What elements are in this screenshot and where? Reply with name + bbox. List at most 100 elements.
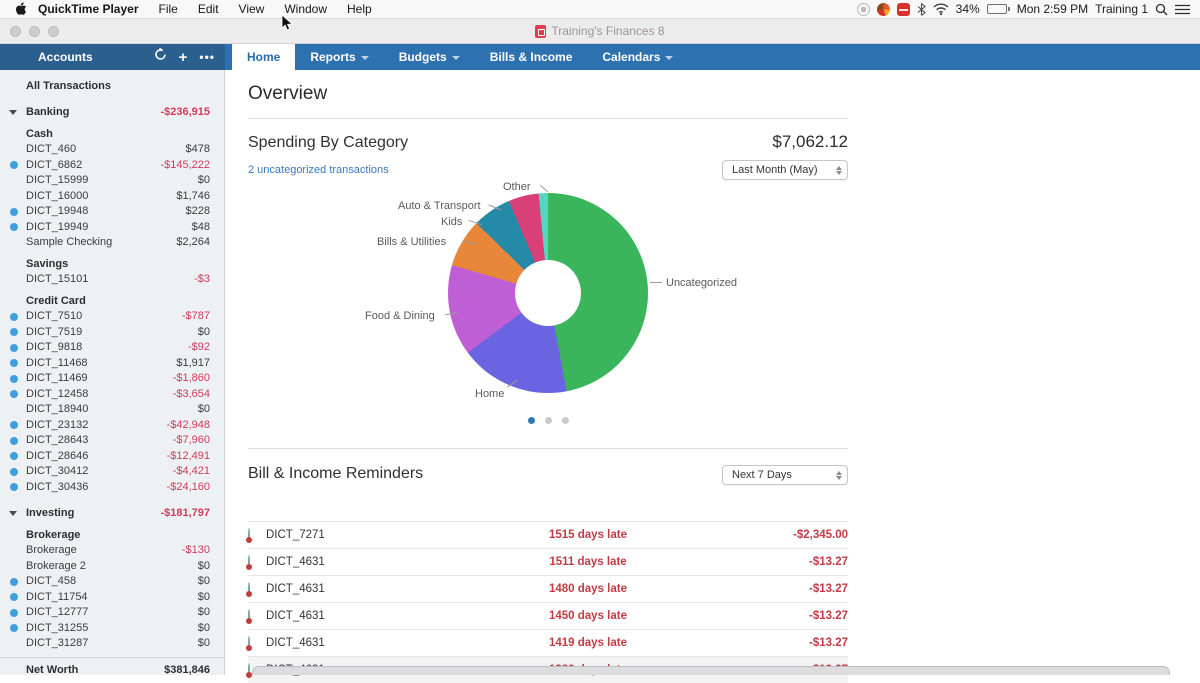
tab-label: Bills & Income — [490, 50, 573, 64]
sidebar-account-row[interactable]: DICT_18940$0 — [0, 402, 224, 418]
account-label: DICT_12777 — [26, 606, 88, 618]
reminder-row[interactable]: DICT_72711515 days late-$2,345.00 — [248, 521, 848, 548]
red-app-icon[interactable] — [897, 3, 910, 16]
unread-dot-icon — [10, 223, 18, 231]
reminders-table: DICT_72711515 days late-$2,345.00DICT_46… — [248, 521, 848, 683]
pagination-dot[interactable] — [528, 417, 535, 424]
tab-home[interactable]: Home — [232, 44, 295, 70]
tab-bills-income[interactable]: Bills & Income — [475, 44, 588, 70]
divider — [248, 448, 848, 449]
uncategorized-transactions-link[interactable]: 2 uncategorized transactions — [248, 164, 389, 176]
reminder-days-late: 1419 days late — [488, 637, 688, 649]
chart-slice-label: Auto & Transport — [398, 200, 481, 212]
sidebar-account-row[interactable]: DICT_15101-$3 — [0, 272, 224, 288]
tab-calendars[interactable]: Calendars — [587, 44, 688, 70]
reminder-row[interactable]: DICT_46311480 days late-$13.27 — [248, 575, 848, 602]
sidebar-account-row[interactable]: DICT_9818-$92 — [0, 340, 224, 356]
tab-label: Calendars — [602, 50, 660, 64]
bluetooth-icon[interactable] — [917, 3, 926, 16]
sidebar-group-investing[interactable]: Investing-$181,797 — [0, 506, 224, 522]
chart-pagination-dots[interactable] — [248, 417, 848, 424]
sidebar-account-row[interactable]: DICT_6862-$145,222 — [0, 157, 224, 173]
sidebar-account-row[interactable]: DICT_28643-$7,960 — [0, 433, 224, 449]
sidebar-account-row[interactable]: DICT_28646-$12,491 — [0, 448, 224, 464]
account-balance: $478 — [186, 143, 210, 155]
pagination-dot[interactable] — [545, 417, 552, 424]
account-label: Investing — [26, 507, 74, 519]
battery-icon[interactable] — [987, 4, 1010, 14]
account-label: DICT_15999 — [26, 174, 88, 186]
sidebar-account-row[interactable]: DICT_458$0 — [0, 574, 224, 590]
sidebar-account-row[interactable]: DICT_30412-$4,421 — [0, 464, 224, 480]
mouse-cursor — [281, 14, 293, 37]
account-balance: -$145,222 — [160, 159, 210, 171]
reminders-period-select[interactable]: Next 7 Days — [722, 465, 848, 485]
sidebar-item-all-transactions[interactable]: All Transactions — [0, 78, 224, 94]
sidebar-account-row[interactable]: DICT_11469-$1,860 — [0, 371, 224, 387]
dock-edge — [252, 666, 1170, 675]
reminder-row[interactable]: DICT_46311511 days late-$13.27 — [248, 548, 848, 575]
account-balance: -$130 — [182, 544, 210, 556]
add-account-icon[interactable]: + — [179, 50, 188, 65]
apple-menu-icon[interactable] — [12, 2, 30, 16]
more-options-icon[interactable]: ••• — [199, 50, 215, 64]
account-balance: -$4,421 — [173, 465, 210, 477]
sync-accounts-icon[interactable] — [154, 48, 167, 66]
reminder-name-cell: DICT_7271 — [248, 529, 488, 541]
reminder-name: DICT_4631 — [266, 556, 325, 568]
unread-dot-icon — [10, 313, 18, 321]
unread-dot-icon — [10, 390, 18, 398]
sidebar-account-row[interactable]: DICT_12458-$3,654 — [0, 386, 224, 402]
sidebar-account-row[interactable]: DICT_7510-$787 — [0, 309, 224, 325]
disclosure-triangle-icon[interactable] — [9, 110, 17, 115]
menu-help[interactable]: Help — [337, 2, 382, 16]
sidebar-account-row[interactable]: DICT_15999$0 — [0, 173, 224, 189]
sidebar-account-row[interactable]: Brokerage-$130 — [0, 543, 224, 559]
sidebar-account-row[interactable]: DICT_30436-$24,160 — [0, 479, 224, 495]
sidebar-account-row[interactable]: DICT_19949$48 — [0, 219, 224, 235]
reminder-row[interactable]: DICT_46311419 days late-$13.27 — [248, 629, 848, 656]
sidebar-account-row[interactable]: DICT_31287$0 — [0, 636, 224, 652]
sidebar-account-row[interactable]: DICT_11754$0 — [0, 589, 224, 605]
spotlight-search-icon[interactable] — [1155, 3, 1168, 16]
menu-bar-clock[interactable]: Mon 2:59 PM — [1017, 2, 1088, 16]
account-balance: $0 — [198, 637, 210, 649]
account-label: Cash — [26, 128, 53, 140]
sidebar-account-row[interactable]: Brokerage 2$0 — [0, 558, 224, 574]
sidebar-account-row[interactable]: Sample Checking$2,264 — [0, 235, 224, 251]
sidebar-group-banking[interactable]: Banking-$236,915 — [0, 105, 224, 121]
sidebar-account-row[interactable]: DICT_16000$1,746 — [0, 188, 224, 204]
chart-slice-label: Uncategorized — [666, 277, 737, 289]
parrot-app-icon[interactable] — [877, 3, 890, 16]
spending-period-select[interactable]: Last Month (May) — [722, 160, 848, 180]
account-label: DICT_18940 — [26, 403, 88, 415]
reminder-row[interactable]: DICT_46311450 days late-$13.27 — [248, 602, 848, 629]
account-label: DICT_23132 — [26, 419, 88, 431]
tab-reports[interactable]: Reports — [295, 44, 383, 70]
tab-budgets[interactable]: Budgets — [384, 44, 475, 70]
fast-user-switch[interactable]: Training 1 — [1095, 2, 1148, 16]
spending-donut-chart[interactable]: UncategorizedHomeFood & DiningBills & Ut… — [248, 180, 848, 432]
sidebar-account-row[interactable]: DICT_11468$1,917 — [0, 355, 224, 371]
pagination-dot[interactable] — [562, 417, 569, 424]
notification-center-icon[interactable] — [1175, 4, 1190, 15]
menu-app-name[interactable]: QuickTime Player — [30, 2, 149, 16]
menu-view[interactable]: View — [229, 2, 275, 16]
reminder-clock-icon — [248, 583, 260, 595]
stop-recording-icon[interactable] — [857, 3, 870, 16]
sidebar-account-row[interactable]: DICT_7519$0 — [0, 324, 224, 340]
account-label: Savings — [26, 258, 68, 270]
sidebar-account-row[interactable]: DICT_19948$228 — [0, 204, 224, 220]
unread-dot-icon — [10, 208, 18, 216]
wifi-icon[interactable] — [933, 3, 949, 15]
sidebar-account-row[interactable]: DICT_460$478 — [0, 142, 224, 158]
menu-file[interactable]: File — [149, 2, 188, 16]
disclosure-triangle-icon[interactable] — [9, 511, 17, 516]
spending-section-title: Spending By Category — [248, 134, 408, 152]
account-balance: $0 — [198, 560, 210, 572]
menu-edit[interactable]: Edit — [188, 2, 229, 16]
sidebar-account-row[interactable]: DICT_12777$0 — [0, 605, 224, 621]
sidebar-account-row[interactable]: DICT_31255$0 — [0, 620, 224, 636]
macos-menu-bar: QuickTime Player FileEditViewWindowHelp … — [0, 0, 1200, 19]
sidebar-account-row[interactable]: DICT_23132-$42,948 — [0, 417, 224, 433]
